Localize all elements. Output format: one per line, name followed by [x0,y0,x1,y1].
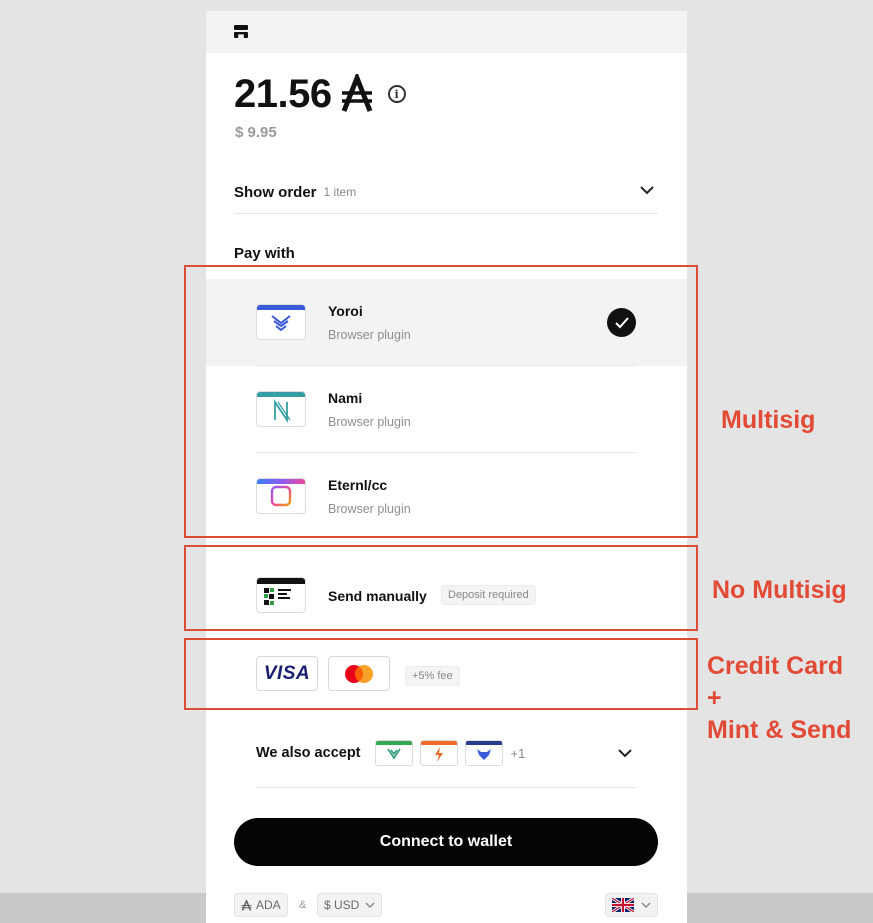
ada-currency-icon [241,899,252,911]
uk-flag-icon [612,898,634,912]
show-order-label: Show order [234,183,317,201]
no-multisig-annotation-box [184,545,698,631]
annotation-no-multisig: No Multisig [712,576,847,604]
order-divider [234,213,658,214]
chevron-down-icon [640,186,654,195]
currency-label: ADA [256,898,281,912]
fiat-currency-label: $ USD [324,898,360,912]
card-header [206,11,687,53]
also-accept-toggle[interactable]: We also accept +1 [256,732,636,774]
chevron-down-icon [365,902,375,908]
credit-card-annotation-box [184,638,698,710]
merchant-logo-icon [234,25,248,38]
green-wallet-icon [374,740,413,766]
connect-wallet-button[interactable]: Connect to wallet [234,818,658,866]
multisig-annotation-box [184,265,698,538]
pay-with-heading: Pay with [234,245,295,262]
amount-value: 21.56 [234,71,332,116]
chevron-down-icon [618,749,632,758]
fiat-amount: $ 9.95 [235,124,277,141]
show-order-toggle[interactable]: Show order 1 item [234,171,658,213]
annotation-credit-card: Credit Card + Mint & Send [707,652,852,744]
more-count: +1 [510,745,526,761]
currency-ada-chip[interactable]: ADA [234,893,288,917]
ampersand: & [299,899,307,911]
accept-divider [256,787,636,788]
also-accept-label: We also accept [256,745,361,761]
blue-wallet-icon [464,740,503,766]
ada-currency-icon [341,74,372,112]
info-icon[interactable]: i [387,85,406,103]
language-select[interactable] [605,893,658,917]
fiat-currency-select[interactable]: $ USD [317,893,383,917]
annotation-multisig: Multisig [721,406,816,434]
order-item-count: 1 item [323,185,357,199]
price-display: 21.56 i [234,69,406,119]
orange-wallet-icon [419,740,458,766]
chevron-down-icon [641,902,651,908]
